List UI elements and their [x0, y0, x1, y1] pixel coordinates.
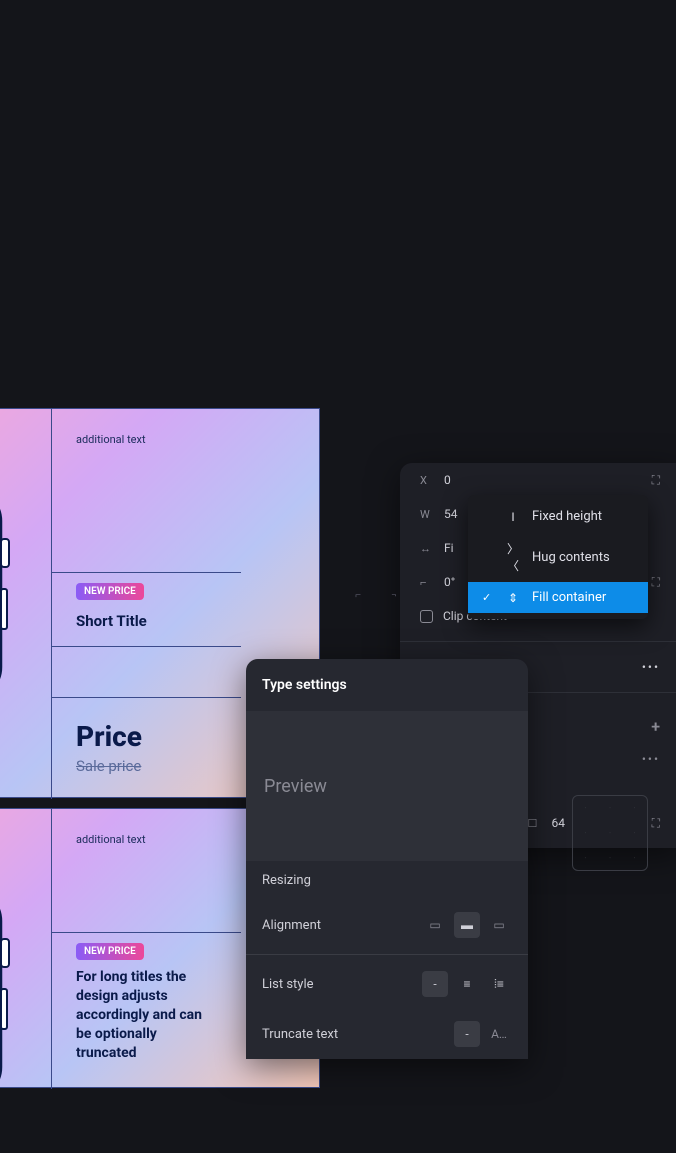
- resizing-label: Resizing: [262, 873, 311, 888]
- expand-corners-icon[interactable]: ⛶: [652, 575, 660, 590]
- align-option-3[interactable]: ▭: [486, 912, 512, 938]
- new-price-badge: NEW PRICE: [76, 583, 144, 600]
- list-bullet-icon[interactable]: ≡: [454, 971, 480, 997]
- resizing-row[interactable]: Resizing: [246, 861, 528, 900]
- angle-icon: ⌐: [420, 576, 434, 589]
- list-none[interactable]: -: [422, 971, 448, 997]
- alignment-label: Alignment: [262, 918, 321, 933]
- fill-container-icon: ⇕: [506, 591, 520, 605]
- dropdown-item-hug-contents[interactable]: 〉〈 Hug contents: [468, 532, 648, 582]
- truncate-ellipsis[interactable]: A…: [486, 1021, 512, 1047]
- long-title-text: For long titles the design adjusts accor…: [52, 960, 241, 1062]
- short-title-text: Short Title: [52, 600, 241, 646]
- truncate-none[interactable]: -: [454, 1021, 480, 1047]
- type-settings-title: Type settings: [246, 659, 528, 711]
- v-padding-icon: ☐: [528, 817, 542, 830]
- more-icon[interactable]: •••: [642, 660, 660, 674]
- resize-dropdown: I Fixed height 〉〈 Hug contents ✓ ⇕ Fill …: [468, 495, 648, 619]
- list-number-icon[interactable]: ⦙≡: [486, 971, 512, 997]
- alignment-row[interactable]: Alignment ▭ ▬ ▭: [246, 900, 528, 950]
- x-label: X: [420, 474, 434, 487]
- resize-value[interactable]: Fi: [444, 541, 454, 555]
- new-price-badge: NEW PRICE: [76, 943, 144, 960]
- expand-icon[interactable]: ⛶: [652, 473, 660, 488]
- align-option-2[interactable]: ▬: [454, 912, 480, 938]
- sale-price-text: Sale price: [52, 753, 241, 775]
- w-label: W: [420, 508, 434, 521]
- clip-content-checkbox[interactable]: [420, 610, 433, 623]
- hug-contents-icon: 〉〈: [506, 540, 520, 574]
- type-settings-panel: Type settings Preview Resizing Alignment…: [246, 659, 528, 1059]
- expand-padding-icon[interactable]: ⛶: [652, 816, 660, 831]
- dropdown-item-fill-container[interactable]: ✓ ⇕ Fill container: [468, 582, 648, 613]
- preview-area: Preview: [246, 711, 528, 861]
- fixed-height-icon: I: [506, 510, 520, 524]
- watch-illustration: [0, 839, 26, 1149]
- alignment-box[interactable]: ··· ··· ···: [572, 795, 648, 871]
- resize-icon: ↔: [420, 542, 434, 555]
- w-value[interactable]: 54: [444, 507, 458, 521]
- list-style-label: List style: [262, 977, 314, 992]
- additional-text-label: additional text: [52, 409, 241, 446]
- list-style-row[interactable]: List style - ≡ ⦙≡: [246, 959, 528, 1009]
- truncate-text-row[interactable]: Truncate text - A…: [246, 1009, 528, 1059]
- x-value[interactable]: 0: [444, 473, 451, 487]
- more-icon[interactable]: •••: [642, 752, 660, 766]
- position-x-row[interactable]: X 0 ⛶: [400, 463, 676, 497]
- watch-illustration: [0, 439, 26, 749]
- dropdown-item-fixed-height[interactable]: I Fixed height: [468, 501, 648, 532]
- check-icon: ✓: [482, 591, 494, 604]
- additional-text-label: additional text: [52, 809, 241, 846]
- add-icon[interactable]: +: [651, 717, 660, 736]
- align-option-1[interactable]: ▭: [422, 912, 448, 938]
- price-text: Price: [52, 698, 241, 753]
- angle-value[interactable]: 0°: [444, 575, 455, 589]
- truncate-label: Truncate text: [262, 1027, 338, 1042]
- v-padding-value[interactable]: 64: [552, 816, 566, 830]
